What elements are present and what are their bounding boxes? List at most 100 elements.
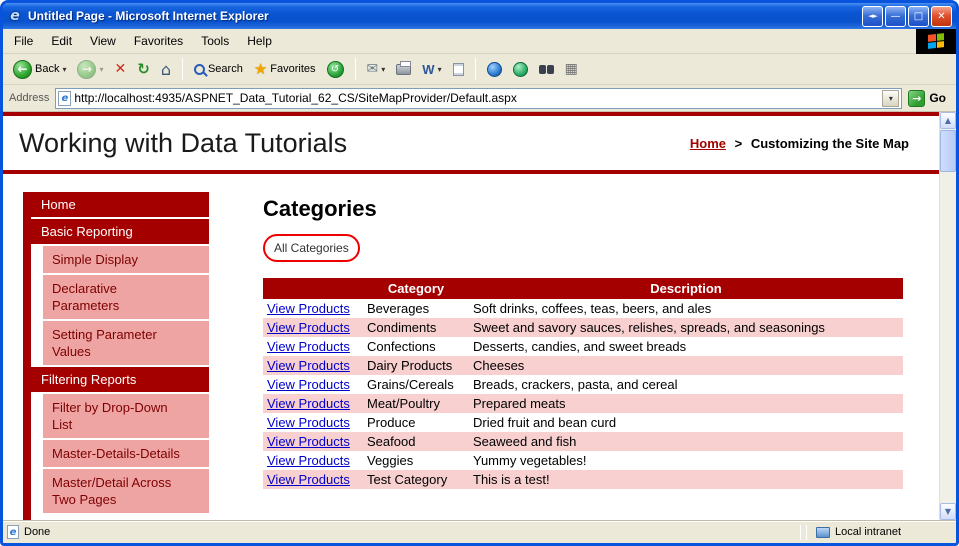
description-cell: This is a test! xyxy=(473,472,550,487)
refresh-button[interactable]: ↻ xyxy=(133,58,154,80)
view-products-link[interactable]: View Products xyxy=(267,415,350,430)
menu-edit[interactable]: Edit xyxy=(42,30,81,52)
sidebar-navigation: Home Basic Reporting Simple Display Decl… xyxy=(23,192,209,520)
zone-label: Local intranet xyxy=(835,526,902,538)
sidebar-item-filter-by-dropdown-list[interactable]: Filter by Drop-Down List xyxy=(43,394,209,438)
research-icon xyxy=(538,64,546,74)
view-products-link[interactable]: View Products xyxy=(267,320,350,335)
go-label: Go xyxy=(929,91,946,105)
refresh-icon: ↻ xyxy=(137,60,150,78)
word-icon: W xyxy=(422,61,435,77)
favorites-label: Favorites xyxy=(270,63,316,75)
menu-tools[interactable]: Tools xyxy=(192,30,238,52)
mail-icon: ✉ xyxy=(366,61,379,77)
menu-favorites[interactable]: Favorites xyxy=(125,30,192,52)
print-button[interactable] xyxy=(392,60,415,77)
menu-help[interactable]: Help xyxy=(238,30,281,52)
back-button[interactable]: ← Back ▾ xyxy=(9,58,70,81)
window-arrows-button[interactable]: ◄► xyxy=(862,5,883,27)
home-button[interactable]: ⌂ xyxy=(157,58,175,81)
status-text: Done xyxy=(24,526,51,538)
category-cell: Dairy Products xyxy=(367,358,453,373)
close-button[interactable]: ✕ xyxy=(931,5,952,27)
favorites-star-icon: ★ xyxy=(253,60,268,78)
sidebar-item-master-details-details[interactable]: Master-Details-Details xyxy=(43,440,209,467)
table-row: View Products Produce Dried fruit and be… xyxy=(263,413,903,432)
word-dropdown-icon: ▾ xyxy=(437,64,442,74)
table-row: View Products Seafood Seaweed and fish xyxy=(263,432,903,451)
sidebar-item-filtering-reports[interactable]: Filtering Reports xyxy=(31,367,209,392)
breadcrumb-current: Customizing the Site Map xyxy=(750,135,909,151)
address-field[interactable]: e ▾ xyxy=(55,87,903,109)
menu-view[interactable]: View xyxy=(81,30,125,52)
sidebar-item-declarative-parameters[interactable]: Declarative Parameters xyxy=(43,275,209,319)
sidebar-item-basic-reporting[interactable]: Basic Reporting xyxy=(31,219,209,244)
title-bar[interactable]: e Untitled Page - Microsoft Internet Exp… xyxy=(3,3,956,29)
search-icon xyxy=(193,63,205,75)
scroll-down-button[interactable]: ▼ xyxy=(940,503,956,520)
page-title: Categories xyxy=(263,196,377,221)
page-icon-glyph: e xyxy=(61,92,69,104)
category-column-header: Category xyxy=(363,278,469,299)
favorites-button[interactable]: ★ Favorites xyxy=(250,58,320,80)
view-products-link[interactable]: View Products xyxy=(267,339,350,354)
minimize-button[interactable]: — xyxy=(885,5,906,27)
web-page: Working with Data Tutorials Home > Custo… xyxy=(3,112,939,520)
all-categories-button[interactable]: All Categories xyxy=(274,241,349,255)
vertical-scrollbar[interactable]: ▲ ▼ xyxy=(939,112,956,520)
view-products-link[interactable]: View Products xyxy=(267,396,350,411)
back-label: Back xyxy=(35,63,60,75)
categories-table: Category Description View Products Bever… xyxy=(263,278,903,489)
mail-button[interactable]: ✉ ▾ xyxy=(363,59,390,79)
scrollbar-thumb[interactable] xyxy=(940,130,956,172)
table-header-row: Category Description xyxy=(263,278,903,299)
table-row: View Products Test Category This is a te… xyxy=(263,470,903,489)
home-icon: ⌂ xyxy=(160,59,171,79)
menu-file[interactable]: File xyxy=(5,30,42,52)
history-button[interactable]: ↺ xyxy=(323,59,348,80)
menu-bar: File Edit View Favorites Tools Help xyxy=(3,28,956,54)
breadcrumb-separator: > xyxy=(734,135,743,151)
description-cell: Soft drinks, coffees, teas, beers, and a… xyxy=(473,301,712,316)
search-button[interactable]: Search xyxy=(190,61,247,77)
stop-button[interactable]: ✕ xyxy=(111,59,131,79)
forward-dropdown-icon: ▾ xyxy=(99,64,104,74)
forward-button[interactable]: → ▾ xyxy=(73,58,107,81)
view-products-link[interactable]: View Products xyxy=(267,434,350,449)
sidebar-item-simple-display[interactable]: Simple Display xyxy=(43,246,209,273)
description-cell: Desserts, candies, and sweet breads xyxy=(473,339,687,354)
breadcrumb-home-link[interactable]: Home xyxy=(690,136,726,151)
description-cell: Seaweed and fish xyxy=(473,434,577,449)
address-dropdown-button[interactable]: ▾ xyxy=(882,89,900,107)
grid-icon: ▦ xyxy=(564,61,578,77)
view-products-link[interactable]: View Products xyxy=(267,301,350,316)
messenger-button[interactable] xyxy=(483,60,506,79)
table-row: View Products Meat/Poultry Prepared meat… xyxy=(263,394,903,413)
address-url-input[interactable] xyxy=(74,91,880,105)
quick-launch-button[interactable]: ▦ xyxy=(561,59,582,79)
table-row: View Products Grains/Cereals Breads, cra… xyxy=(263,375,903,394)
table-row: View Products Confections Desserts, cand… xyxy=(263,337,903,356)
view-products-link[interactable]: View Products xyxy=(267,472,350,487)
scroll-up-button[interactable]: ▲ xyxy=(940,112,956,129)
annotation-highlight: All Categories xyxy=(263,234,360,262)
local-intranet-icon xyxy=(816,526,830,538)
go-button[interactable]: → Go xyxy=(908,89,950,107)
media-button[interactable] xyxy=(509,60,532,79)
messenger-icon xyxy=(512,61,528,77)
table-row: View Products Veggies Yummy vegetables! xyxy=(263,451,903,470)
maximize-button[interactable]: □ xyxy=(908,5,929,27)
research-button[interactable] xyxy=(535,63,558,76)
view-products-link[interactable]: View Products xyxy=(267,453,350,468)
search-label: Search xyxy=(207,63,243,75)
view-products-link[interactable]: View Products xyxy=(267,377,350,392)
discuss-button[interactable] xyxy=(449,61,468,78)
view-products-link[interactable]: View Products xyxy=(267,358,350,373)
page-body: Home Basic Reporting Simple Display Decl… xyxy=(3,174,939,520)
sidebar-item-master-detail-across-two-pages[interactable]: Master/Detail Across Two Pages xyxy=(43,469,209,513)
edit-with-word-button[interactable]: W ▾ xyxy=(418,60,445,79)
sidebar-item-home[interactable]: Home xyxy=(31,192,209,217)
sidebar-item-setting-parameter-values[interactable]: Setting Parameter Values xyxy=(43,321,209,365)
status-bar: e Done Local intranet xyxy=(3,520,956,543)
status-separator xyxy=(800,524,801,540)
